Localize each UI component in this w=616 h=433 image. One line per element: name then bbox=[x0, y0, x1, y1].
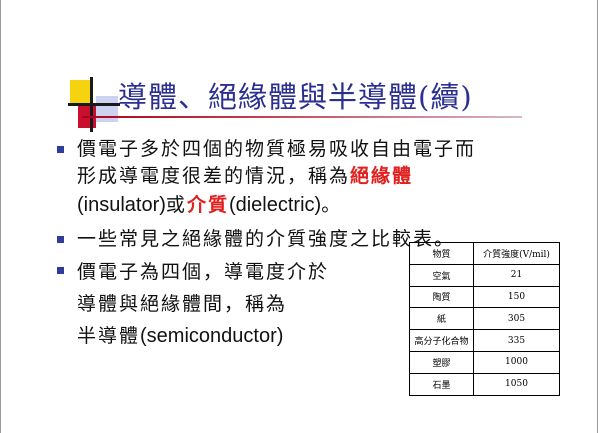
text-segment: 導體與絕緣體間，稱為 bbox=[77, 293, 288, 315]
table-row: 空氣 21 bbox=[409, 263, 560, 287]
table-cell-material: 紙 bbox=[409, 307, 474, 331]
table-cell-material: 空氣 bbox=[409, 263, 474, 287]
bullet-3-line-3: 半導體(semiconductor) bbox=[77, 321, 283, 348]
table-cell-material: 塑膠 bbox=[409, 350, 474, 374]
text-segment: 一些常見之絕緣體的介質強度之比較表。 bbox=[77, 228, 456, 250]
table-cell-strength: 335 bbox=[473, 329, 560, 352]
table-header-strength: 介質強度(V/mil) bbox=[473, 242, 560, 265]
bullet-1-line-2: 形成導電度很差的情況，稱為絕緣體 bbox=[77, 161, 413, 188]
text-segment: 價電子多於四個的物質極易吸收自由電子而 bbox=[77, 138, 477, 160]
slide-title: 導體、絕緣體與半導體(續) bbox=[118, 80, 473, 114]
text-segment: 價電子為四個，導電度介於 bbox=[77, 261, 330, 283]
table-cell-strength: 150 bbox=[473, 285, 560, 309]
text-segment: 半導體 bbox=[77, 325, 141, 347]
table-row: 陶質 150 bbox=[409, 285, 560, 309]
term-insulator: 絕緣體 bbox=[350, 165, 414, 187]
bullet-marker-3 bbox=[57, 267, 64, 274]
bullet-3-line-2: 導體與絕緣體間，稱為 bbox=[77, 289, 287, 316]
text-segment: 。 bbox=[321, 194, 343, 216]
term-insulator-english: (insulator) bbox=[77, 194, 166, 216]
bullet-3-line-1: 價電子為四個，導電度介於 bbox=[77, 257, 329, 284]
table-cell-strength: 1050 bbox=[473, 372, 560, 396]
table-cell-material: 石墨 bbox=[409, 372, 474, 396]
title-underline bbox=[82, 116, 522, 118]
slide-border-right bbox=[597, 0, 598, 433]
table-header-material: 物質 bbox=[409, 242, 474, 265]
table-row: 塑膠 1000 bbox=[409, 350, 560, 374]
table-header-row: 物質 介質強度(V/mil) bbox=[409, 242, 560, 265]
term-semiconductor-english: (semiconductor) bbox=[140, 325, 284, 347]
title-decoration bbox=[68, 77, 120, 132]
decoration-horizontal-line bbox=[68, 103, 120, 106]
table-cell-material: 高分子化合物 bbox=[409, 329, 474, 352]
table-row: 高分子化合物 335 bbox=[409, 329, 560, 352]
bullet-2-line-1: 一些常見之絕緣體的介質強度之比較表。 bbox=[77, 224, 455, 251]
decoration-blue-glow bbox=[96, 96, 118, 122]
bullet-marker-1 bbox=[57, 146, 64, 153]
bullet-1-line-3: (insulator)或介質(dielectric)。 bbox=[77, 190, 342, 217]
bullet-1-line-1: 價電子多於四個的物質極易吸收自由電子而 bbox=[77, 134, 476, 161]
dielectric-strength-table: 物質 介質強度(V/mil) 空氣 21 陶質 150 紙 305 高分子化合物… bbox=[409, 242, 560, 396]
table-row: 紙 305 bbox=[409, 307, 560, 331]
table-cell-strength: 21 bbox=[473, 263, 560, 287]
table-row: 石墨 1050 bbox=[409, 372, 560, 396]
bullet-marker-2 bbox=[57, 236, 64, 243]
table-cell-material: 陶質 bbox=[409, 285, 474, 309]
term-dielectric: 介質 bbox=[186, 194, 229, 216]
decoration-yellow-square bbox=[70, 80, 92, 105]
table-cell-strength: 305 bbox=[473, 307, 560, 331]
text-segment: 形成導電度很差的情況，稱為 bbox=[77, 165, 351, 187]
term-dielectric-english: (dielectric) bbox=[228, 194, 322, 216]
table-cell-strength: 1000 bbox=[473, 350, 560, 374]
text-segment: 或 bbox=[165, 194, 187, 216]
